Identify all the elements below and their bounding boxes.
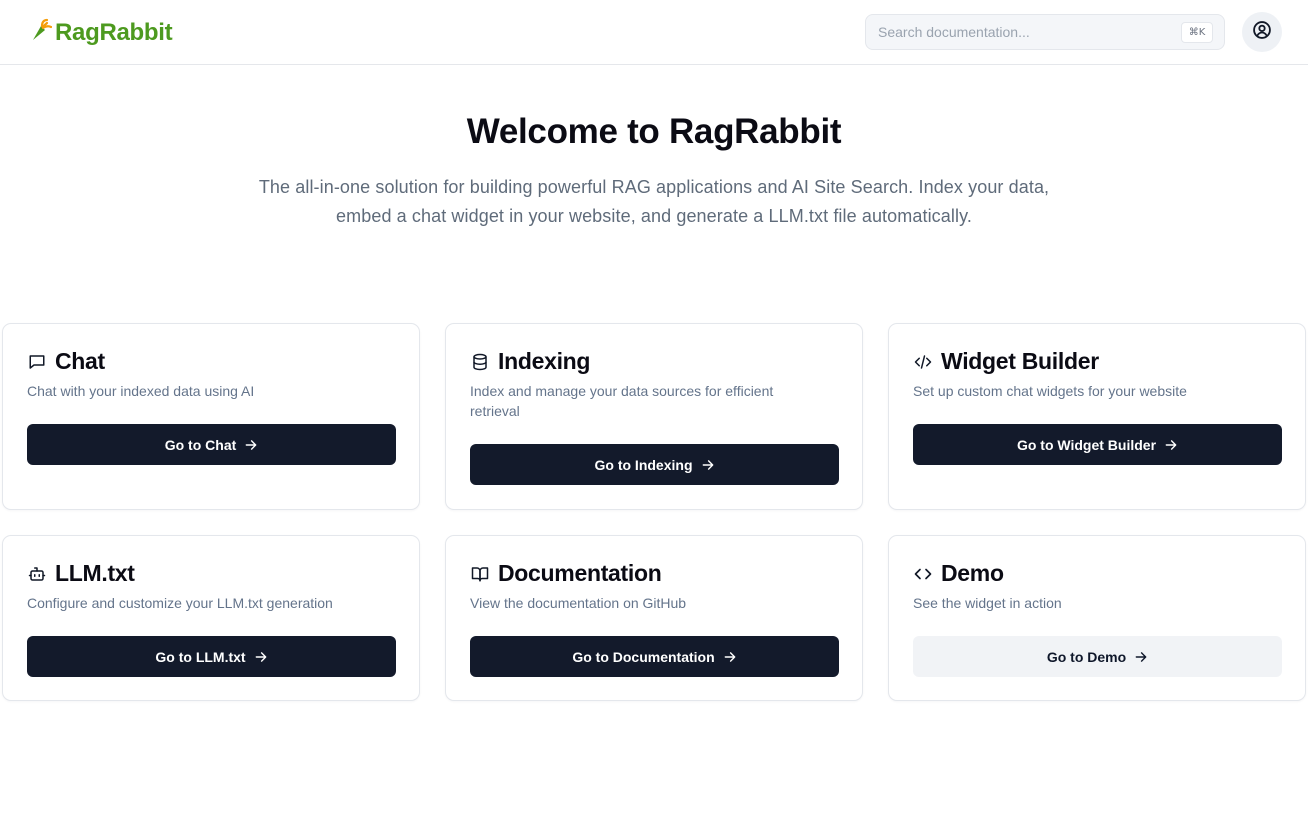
card-title: LLM.txt [27, 560, 135, 587]
search-shortcut-badge: ⌘K [1181, 22, 1213, 43]
search-input[interactable] [878, 15, 1168, 49]
arrow-right-icon [701, 458, 715, 472]
go-to-llm-txt-button[interactable]: Go to LLM.txt [27, 636, 396, 677]
card-title: Chat [27, 348, 105, 375]
card-description: Chat with your indexed data using AI [27, 383, 255, 399]
card-description: Configure and customize your LLM.txt gen… [27, 595, 333, 611]
button-label: Go to Widget Builder [1016, 436, 1157, 453]
button-label: Go to Documentation [572, 648, 715, 665]
feature-card-documentation: Documentation View the documentation on … [445, 535, 863, 701]
card-description: View the documentation on GitHub [470, 595, 687, 611]
card-title-text: Widget Builder [941, 348, 1099, 374]
feature-card-llm-txt: LLM.txt Configure and customize your LLM… [2, 535, 420, 701]
arrow-right-icon [1134, 650, 1148, 664]
top-header: RagRabbit ⌘K [0, 0, 1308, 65]
card-title-text: Chat [55, 348, 105, 374]
search-box[interactable]: ⌘K [865, 14, 1225, 50]
go-to-chat-button[interactable]: Go to Chat [27, 424, 396, 465]
card-description: Set up custom chat widgets for your webs… [913, 383, 1187, 399]
button-label: Go to LLM.txt [155, 648, 246, 665]
code-icon [913, 564, 933, 584]
logo-text: RagRabbit [55, 18, 173, 46]
feature-card-indexing: Indexing Index and manage your data sour… [445, 323, 863, 510]
database-icon [470, 352, 490, 372]
card-description: See the widget in action [913, 595, 1062, 611]
feature-card-chat: Chat Chat with your indexed data using A… [2, 323, 420, 510]
logo[interactable]: RagRabbit [30, 18, 173, 47]
go-to-demo-button[interactable]: Go to Demo [913, 636, 1282, 677]
card-title: Demo [913, 560, 1004, 587]
user-menu-button[interactable] [1242, 12, 1282, 52]
page-title: Welcome to RagRabbit [466, 112, 842, 151]
go-to-widget-builder-button[interactable]: Go to Widget Builder [913, 424, 1282, 465]
button-label: Go to Chat [164, 436, 237, 453]
arrow-right-icon [254, 650, 268, 664]
card-title: Widget Builder [913, 348, 1099, 375]
feature-card-demo: Demo See the widget in action Go to Demo [888, 535, 1306, 701]
card-title-text: Demo [941, 560, 1004, 586]
feature-card-widget-builder: Widget Builder Set up custom chat widget… [888, 323, 1306, 510]
arrow-right-icon [244, 438, 258, 452]
button-label: Go to Indexing [594, 456, 693, 473]
arrow-right-icon [723, 650, 737, 664]
card-title-text: LLM.txt [55, 560, 135, 586]
book-open-icon [470, 564, 490, 584]
card-title: Indexing [470, 348, 590, 375]
message-square-icon [27, 352, 47, 372]
code-xml-icon [913, 352, 933, 372]
button-label: Go to Demo [1046, 648, 1127, 665]
arrow-right-icon [1164, 438, 1178, 452]
bot-icon [27, 564, 47, 584]
carrot-icon [30, 18, 53, 47]
card-title: Documentation [470, 560, 662, 587]
page-subtitle: The all-in-one solution for building pow… [258, 177, 1050, 226]
card-description: Index and manage your data sources for e… [470, 383, 774, 419]
card-title-text: Documentation [498, 560, 662, 586]
go-to-documentation-button[interactable]: Go to Documentation [470, 636, 839, 677]
go-to-indexing-button[interactable]: Go to Indexing [470, 444, 839, 485]
card-title-text: Indexing [498, 348, 591, 374]
user-circle-icon [1252, 20, 1272, 45]
